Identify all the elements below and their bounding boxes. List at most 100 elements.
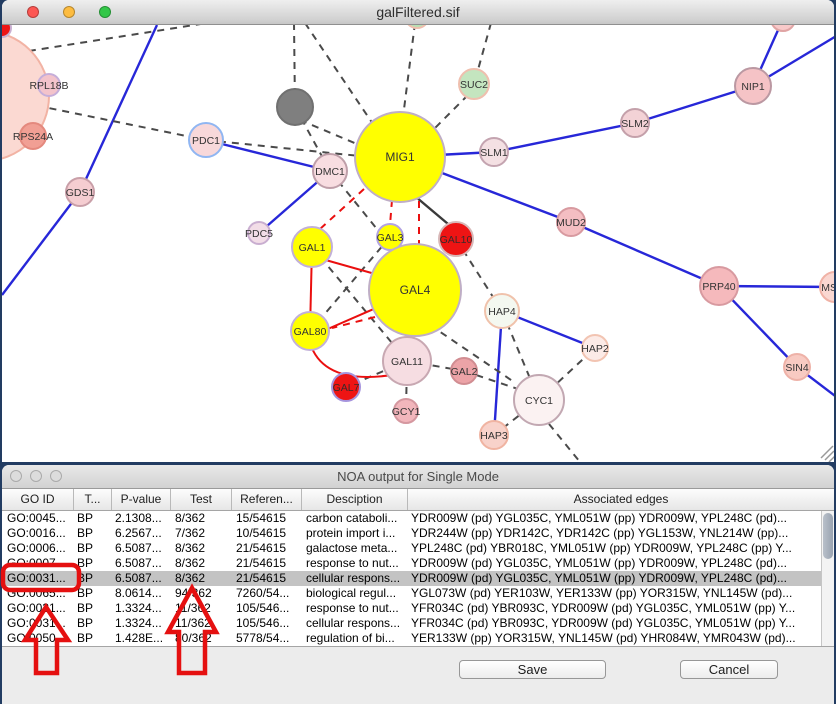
node-label-GAL80: GAL80 [294,326,327,338]
node-label-GDS1: GDS1 [66,187,95,199]
node-pink-cut[interactable] [771,25,795,31]
cell-p: 6.5087... [112,571,171,586]
edge-blue [2,192,80,295]
cell-ref: 10/54615 [232,526,302,541]
cell-ref: 21/54615 [232,571,302,586]
table-row[interactable]: GO:0031...BP1.3324...11/362105/546...res… [2,601,821,616]
cell-desc: response to nut... [302,601,408,616]
cell-test: 80/362 [171,631,232,646]
desktop: galFiltered.sif RPL18B RPS24A PDC1 GDS1 SUC2… [0,0,836,704]
cell-edges: YDR009W (pd) YGL035C, YML051W (pp) YDR00… [408,511,821,526]
node-green-cut[interactable] [405,25,429,28]
cell-desc: regulation of bi... [302,631,408,646]
cell-go: GO:0031... [2,601,74,616]
cell-edges: YER133W (pp) YOR315W, YNL145W (pd) YHR08… [408,631,821,646]
node-label-MUD2: MUD2 [556,217,586,229]
cell-go: GO:0016... [2,526,74,541]
cell-edges: YDR009W (pd) YGL035C, YML051W (pp) YDR00… [408,571,821,586]
node-label-PDC5: PDC5 [245,228,273,240]
cell-p: 6.5087... [112,541,171,556]
column-header-associated-edges[interactable]: Associated edges [408,489,834,510]
cell-p: 6.2567... [112,526,171,541]
node-label-RPS24A: RPS24A [13,131,53,143]
node-label-DMC1: DMC1 [315,166,345,178]
cell-go: GO:0050... [2,631,74,646]
cell-p: 1.3324... [112,601,171,616]
node-label-PRP40: PRP40 [702,281,735,293]
node-label-SUC2: SUC2 [460,79,488,91]
edge-reddash [390,200,392,225]
cell-test: 11/362 [171,601,232,616]
node-label-HAP2: HAP2 [581,343,609,355]
cell-p: 8.0614... [112,586,171,601]
table-row[interactable]: GO:0031...BP1.3324...11/362105/546...cel… [2,616,821,631]
node-label-HAP4: HAP4 [488,306,516,318]
cell-desc: galactose meta... [302,541,408,556]
column-header-type[interactable]: T... [74,489,112,510]
cell-type: BP [74,616,112,631]
noa-window-titlebar[interactable]: NOA output for Single Mode [2,465,834,489]
network-window-titlebar[interactable]: galFiltered.sif [2,0,834,25]
cell-desc: response to nut... [302,556,408,571]
cell-ref: 15/54615 [232,511,302,526]
cell-desc: protein import i... [302,526,408,541]
table-row-selected[interactable]: GO:0031...BP6.5087...8/36221/54615cellul… [2,571,821,586]
node-label-SLM2: SLM2 [621,118,649,130]
node-label-GAL1: GAL1 [299,242,326,254]
cell-type: BP [74,526,112,541]
cell-desc: biological regul... [302,586,408,601]
table-row[interactable]: GO:0050...BP1.428E...80/3625778/54...reg… [2,631,821,646]
cell-test: 7/362 [171,526,232,541]
cell-go: GO:0045... [2,511,74,526]
column-header-reference[interactable]: Referen... [232,489,302,510]
cell-ref: 105/546... [232,601,302,616]
column-header-description[interactable]: Desciption [302,489,408,510]
cell-go: GO:0031... [2,616,74,631]
cell-p: 6.5087... [112,556,171,571]
table-row[interactable]: GO:0016...BP6.2567...7/36210/54615protei… [2,526,821,541]
cell-test: 94/362 [171,586,232,601]
table-row[interactable]: GO:0006...BP6.5087...8/36221/54615galact… [2,541,821,556]
node-label-GAL2: GAL2 [451,366,478,378]
cell-p: 2.1308... [112,511,171,526]
table-row[interactable]: GO:0045...BP2.1308...8/36215/54615carbon… [2,511,821,526]
scrollbar-thumb[interactable] [823,513,833,559]
cell-ref: 105/546... [232,616,302,631]
network-canvas[interactable]: RPL18BRPS24APDC1GDS1SUC2NIP1SLM2SLM1MIG1… [2,25,834,462]
cell-edges: YFR034C (pd) YBR093C, YDR009W (pd) YGL03… [408,616,821,631]
table-row[interactable]: GO:0065...BP8.0614...94/3627260/54...bio… [2,586,821,601]
cell-edges: YDR009W (pd) YGL035C, YML051W (pp) YDR00… [408,556,821,571]
column-header-test[interactable]: Test [171,489,232,510]
cell-go: GO:0007... [2,556,74,571]
edge-blue [494,123,635,152]
cell-test: 8/362 [171,541,232,556]
column-header-go-id[interactable]: GO ID [2,489,74,510]
cell-edges: YPL248C (pd) YBR018C, YML051W (pp) YDR00… [408,541,821,556]
table-row[interactable]: GO:0007...BP6.5087...8/36221/54615respon… [2,556,821,571]
node-label-GCY1: GCY1 [392,406,421,418]
edge-grip [829,456,834,462]
edge-gray [403,25,415,117]
cell-go: GO:0065... [2,586,74,601]
node-label-PDC1: PDC1 [192,135,220,147]
cell-test: 11/362 [171,616,232,631]
cell-test: 8/362 [171,511,232,526]
table-bottom-divider [2,646,834,647]
cell-type: BP [74,571,112,586]
table-header: GO ID T... P-value Test Referen... Desci… [2,489,834,511]
node-gray-node[interactable] [277,89,313,125]
cell-desc: cellular respons... [302,571,408,586]
node-label-NIP1: NIP1 [741,81,765,93]
noa-window: NOA output for Single Mode GO ID T... P-… [2,465,834,704]
node-label-GAL7: GAL7 [333,382,360,394]
noa-window-title: NOA output for Single Mode [2,469,834,484]
column-header-pvalue[interactable]: P-value [112,489,171,510]
cell-type: BP [74,541,112,556]
node-label-RPL18B: RPL18B [29,80,68,92]
cell-type: BP [74,631,112,646]
vertical-scrollbar[interactable] [821,511,834,646]
save-button[interactable]: Save [459,660,606,679]
node-label-CYC1: CYC1 [525,395,553,407]
cancel-button[interactable]: Cancel [680,660,778,679]
cell-edges: YFR034C (pd) YBR093C, YDR009W (pd) YGL03… [408,601,821,616]
